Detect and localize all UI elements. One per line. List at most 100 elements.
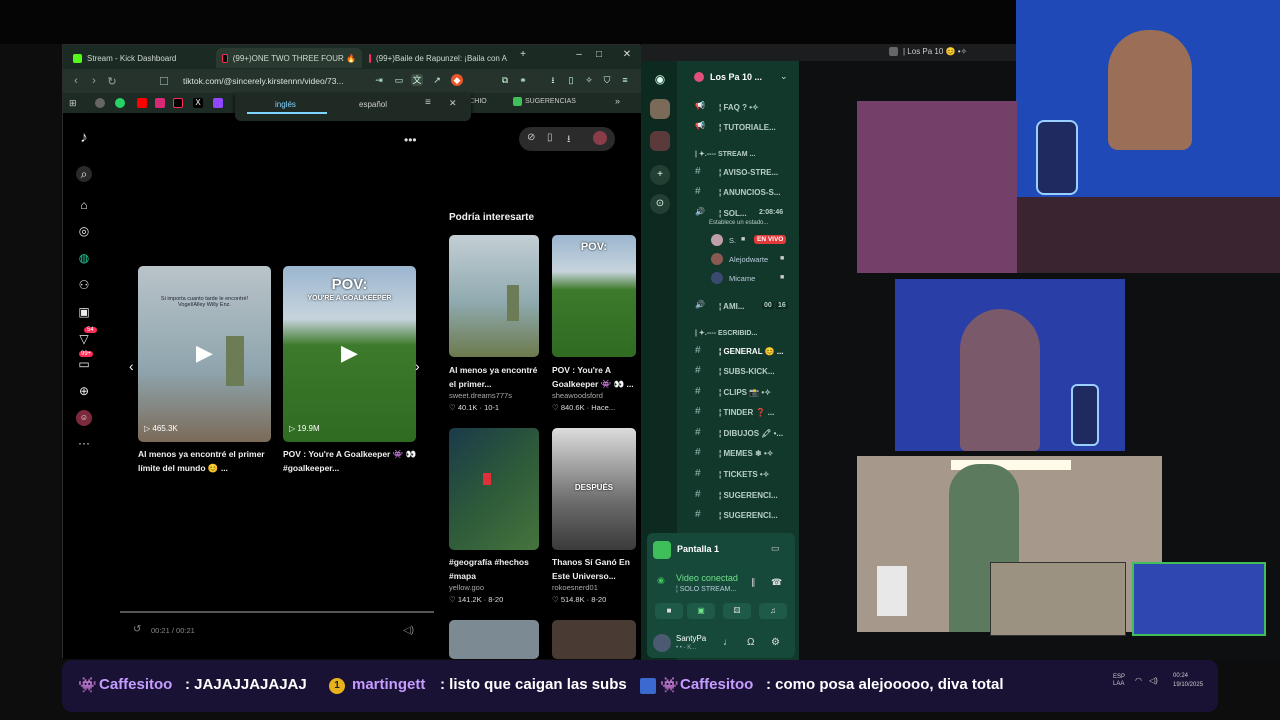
channel-item[interactable]: ¦ SUBS-KICK... [719,367,775,376]
avatar[interactable] [593,131,607,145]
volume-icon[interactable]: ◁) [403,625,414,636]
channel-item[interactable]: ¦ AVISO-STRE... [719,168,778,177]
suggestion-author[interactable]: sweet.dreams777s [449,391,512,400]
clock-time[interactable]: 00:24 [1173,673,1188,679]
voice-user-name[interactable]: Micame [729,274,755,283]
tiktok-bookmark-icon[interactable] [173,98,183,108]
suggestion-title[interactable]: #geografía #hechos #mapa [449,555,543,583]
clock-date[interactable]: 19/10/2025 [1173,682,1203,688]
upload-icon[interactable]: ⊕ [76,383,92,399]
video-channel[interactable]: ¦ SOLO STREAM... [676,586,736,593]
popout-icon[interactable]: ▭ [771,543,780,554]
channel-category[interactable]: | ✦.---- STREAM ... [695,150,755,158]
live-icon[interactable]: ▣ [76,304,92,320]
user-name[interactable]: SantyPa [676,634,706,643]
x-icon[interactable]: X [193,98,203,108]
add-server-icon[interactable]: + [650,165,670,185]
brave-icon[interactable]: ◆ [451,74,463,86]
suggestion-author[interactable]: sheawoodsford [552,391,603,400]
device-icon[interactable]: ▯ [547,132,553,143]
instagram-icon[interactable] [155,98,165,108]
search-icon[interactable]: ⌕ [76,166,92,182]
card-title[interactable]: POV : You're A Goalkeeper 👾 👀 #goalkeepe… [283,447,418,475]
share-icon[interactable]: ↗ [431,74,443,86]
suggestion-title[interactable]: Thanos Sí Ganó En Este Universo... [552,555,638,583]
close-icon[interactable]: ✕ [619,49,635,60]
translate-to[interactable]: español [359,100,387,109]
menu-icon[interactable]: ≡ [619,74,631,86]
settings-gear-icon[interactable]: ⚙ [771,637,780,648]
channel-item[interactable]: ¦ SUGERENCI... [719,491,778,500]
more-icon[interactable]: ··· [76,435,92,451]
channel-item[interactable]: ¦ SOL... [719,209,747,218]
video-card-2[interactable]: POV: YOU'RE A GOALKEEPER ▶ ▷ 19.9M [283,266,416,442]
url-field[interactable]: tiktok.com/@sincerely.kirstennn/video/73… [183,73,373,89]
suggestion-title[interactable]: POV : You're A Goalkeeper 👾 👀 ... [552,363,638,391]
home-icon[interactable]: ⌂ [76,197,92,213]
maximize-icon[interactable]: □ [591,49,607,60]
mic-icon[interactable]: ♩ [723,637,733,648]
channel-item[interactable]: ¦ DIBUJOS 🖍 •... [719,429,783,438]
back-icon[interactable]: ‹ [67,75,85,87]
channel-item[interactable]: ¦ MEMES ❄ •✧ [719,449,773,458]
profile-avatar[interactable]: ☺ [76,410,92,426]
channel-item[interactable]: ¦ CLIPS 📸 •✧ [719,388,771,397]
new-tab-icon[interactable]: + [515,49,531,60]
channel-item[interactable]: ¦ ANUNCIOS-S... [719,188,781,197]
headphones-icon[interactable]: Ω [747,637,754,648]
more-options-icon[interactable]: ••• [404,133,417,147]
suggestion-thumb-4[interactable]: DESPUÉS [552,428,636,550]
soundboard-icon[interactable]: ∥ [751,577,756,588]
translate-close-icon[interactable]: ✕ [449,98,457,109]
scan-icon[interactable]: ⊘ [527,132,535,143]
share-screen-button[interactable]: ▣ [687,603,715,619]
soundboard-button[interactable]: ♫ [759,603,787,619]
suggestion-thumb-6[interactable] [552,620,636,659]
translate-menu-icon[interactable]: ≡ [425,97,431,108]
progress-bar[interactable] [120,611,434,613]
server-header[interactable]: Los Pa 10 ... ⌄ [688,68,796,88]
translate-from[interactable]: inglés [275,100,296,109]
tiktok-logo-icon[interactable]: ♪ [76,130,92,146]
suggestion-author[interactable]: rokoesnerd01 [552,583,598,592]
extension-icon[interactable]: ⧉ [499,74,511,86]
link-icon[interactable]: ⚭ [517,74,529,86]
suggestion-thumb-3[interactable] [449,428,539,550]
download-icon[interactable]: ⭳ [547,74,559,86]
leo-icon[interactable]: ✧ [583,74,595,86]
download-icon[interactable]: ⭳ [567,132,571,149]
server-icon-1[interactable] [650,99,670,119]
server-icon-2[interactable] [650,131,670,151]
video-card-1[interactable]: Si importa cuanto tarde le encontré! Vog… [138,266,271,442]
following-icon[interactable]: ◍ [76,250,92,266]
channel-item[interactable]: ¦ GENERAL 😊 ... [719,347,784,356]
channel-item[interactable]: ¦ AMI... [719,302,745,311]
carousel-next-icon[interactable]: › [415,358,420,374]
suggestion-thumb-5[interactable] [449,620,539,659]
disconnect-icon[interactable]: ☎ [771,577,782,588]
play-icon[interactable]: ▶ [341,340,358,366]
tab-tiktok-2[interactable]: (99+)Baile de Rapunzel: ¡Baila con A [363,48,508,68]
channel-item[interactable]: ¦ SUGERENCI... [719,511,778,520]
whatsapp-icon[interactable] [115,98,125,108]
suggestion-thumb-2[interactable]: POV: [552,235,636,357]
channel-item[interactable]: ¦ TUTORIALE... [719,123,776,132]
translate-icon[interactable]: 文 [411,74,423,86]
bookmark-icon[interactable]: ☐ [155,75,173,88]
shield-icon[interactable]: ⛉ [601,74,613,86]
voice-status[interactable]: Establece un estado... [709,220,768,226]
reload-icon[interactable]: ↻ [103,75,121,88]
screen-icon[interactable]: ▭ [393,74,405,86]
tab-tiktok-active[interactable]: (99+)ONE TWO THREE FOUR 🔥 [216,48,362,68]
cast-icon[interactable]: ⇥ [373,74,385,86]
channel-category[interactable]: | ✦.---- ESCRIBID... [695,329,757,337]
apps-icon[interactable]: ⊞ [69,98,79,108]
inbox-icon[interactable]: ▽ [76,331,92,347]
friends-icon[interactable]: ⚇ [76,277,92,293]
replay-icon[interactable]: ↺ [133,624,141,635]
twitch-icon[interactable] [213,98,223,108]
youtube-icon[interactable] [137,98,147,108]
play-icon[interactable]: ▶ [196,340,213,366]
discover-icon[interactable]: ⊙ [650,194,670,214]
camera-button[interactable]: ■ [655,603,683,619]
